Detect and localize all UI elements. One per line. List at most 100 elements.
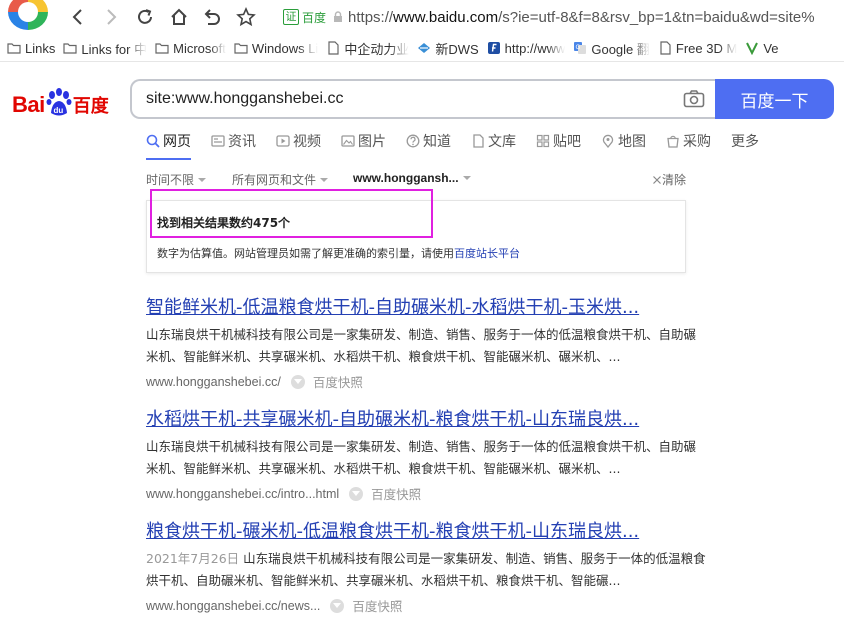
bookmark-microsoft[interactable]: Microsoft [155,41,226,56]
result-abstract: 山东瑞良烘干机械科技有限公司是一家集研发、制造、销售、服务于一体的低温粮食烘干机… [146,327,697,364]
forward-button[interactable] [99,5,123,29]
tab-images[interactable]: 图片 [341,131,386,151]
bookmark-links[interactable]: Links [7,41,55,56]
camera-icon[interactable] [683,90,705,108]
tab-purchase[interactable]: 采购 [666,131,711,151]
close-icon [653,175,661,184]
result-url[interactable]: www.hongganshebei.cc/intro...html [146,487,339,501]
bookmark-links-for[interactable]: Links for 中 [63,39,147,58]
tab-video[interactable]: 视频 [276,131,321,151]
google-translate-icon: G [574,42,587,54]
snapshot-link[interactable]: 百度快照 [313,372,363,391]
result-abstract: 山东瑞良烘干机械科技有限公司是一家集研发、制造、销售、服务于一体的低温粮食烘干机… [146,439,697,476]
refresh-icon [138,9,152,24]
page-icon [328,41,339,55]
snapshot-link[interactable]: 百度快照 [352,596,402,615]
video-icon [276,135,290,147]
tieba-icon [536,134,550,148]
result-title-link[interactable]: 水稻烘干机-共享碾米机-自助碾米机-粮食烘干机-山东瑞良烘... [146,405,706,431]
result-count-note: 数字为估算值。网站管理员如需了解更准确的索引量，请使用百度站长平台 [157,247,520,260]
clear-filters-button[interactable]: 清除 [652,171,686,188]
webmaster-platform-link[interactable]: 百度站长平台 [454,247,520,260]
result-url[interactable]: www.hongganshebei.cc/ [146,375,281,389]
folder-icon [63,43,77,54]
bookmark-dws[interactable]: 新DWS [417,39,479,58]
result-title-link[interactable]: 粮食烘干机-碾米机-低温粮食烘干机-粮食烘干机-山东瑞良烘... [146,517,706,543]
favorite-button[interactable] [234,5,258,29]
baidu-logo[interactable]: Bai du 百度 [12,82,109,118]
bookmark-zhongqi[interactable]: 中企动力业 [326,39,409,58]
result-url[interactable]: www.hongganshebei.cc/news... [146,599,320,613]
bookmark-http[interactable]: http://www [487,41,565,56]
svg-text:G: G [576,44,581,51]
result-title-link[interactable]: 智能鲜米机-低温粮食烘干机-自助碾米机-水稻烘干机-玉米烘... [146,293,706,319]
site-filter[interactable]: www.honggansh... [353,171,471,185]
document-icon [473,134,484,148]
result-meta: www.hongganshebei.cc/news... 百度快照 [146,596,706,615]
map-icon [602,134,614,148]
browser-logo-icon [8,0,48,30]
url-text: https://www.baidu.com/s?ie=utf-8&f=8&rsv… [348,8,815,26]
tab-zhidao[interactable]: 知道 [406,131,451,151]
certificate-label: 百度 [302,10,327,25]
tab-wenku[interactable]: 文库 [471,131,516,151]
search-icon [146,134,160,148]
result-abstract: 2021年7月26日 山东瑞良烘干机械科技有限公司是一家集研发、制造、销售、服务于… [146,551,706,588]
snapshot-link[interactable]: 百度快照 [371,484,421,503]
time-filter[interactable]: 时间不限 [146,171,207,188]
v-logo-icon [746,42,759,55]
tab-news[interactable]: 资讯 [211,131,256,151]
search-box [130,79,715,119]
back-button[interactable] [66,5,90,29]
folder-icon [234,43,248,54]
folder-icon [155,43,169,54]
page-icon [660,41,671,55]
annotation-highlight-box [150,189,433,238]
search-result: 智能鲜米机-低温粮食烘干机-自助碾米机-水稻烘干机-玉米烘... 山东瑞良烘干机… [146,293,706,391]
question-icon [406,134,420,148]
bookmark-windows[interactable]: Windows Li [234,41,318,56]
bookmark-free-3d[interactable]: Free 3D M [658,41,737,56]
certificate-icon: 证 [283,9,299,25]
address-bar[interactable]: 证 百度 https://www.baidu.com/s?ie=utf-8&f=… [283,5,844,29]
search-filters: 时间不限 所有网页和文件 www.honggansh... 清除 [146,171,686,189]
logo-du-text: du [53,106,63,115]
tab-more[interactable]: 更多 [731,131,759,151]
undo-icon [204,9,220,25]
refresh-button[interactable] [133,5,157,29]
trust-shield-icon [330,598,345,613]
bookmark-ve[interactable]: Ve [745,41,779,56]
tab-map[interactable]: 地图 [601,131,646,151]
bookmark-google-translate[interactable]: G Google 翻 [573,39,650,58]
trust-shield-icon [290,374,305,389]
result-date: 2021年7月26日 [146,551,240,566]
baidu-paw-icon: du [46,88,72,116]
tab-web[interactable]: 网页 [146,131,191,160]
shopping-bag-icon [667,135,679,148]
star-icon [236,7,256,27]
search-button[interactable]: 百度一下 [715,79,834,119]
folder-icon [7,43,21,54]
home-button[interactable] [167,5,191,29]
search-tabs: 网页 资讯 视频 图片 知道 文库 贴吧 地图 采购 更多 [146,131,779,160]
bookmarks-bar: Links Links for 中 Microsoft Windows Li 中… [0,35,844,62]
caret-down-icon [462,176,471,180]
filetype-filter[interactable]: 所有网页和文件 [232,171,329,188]
browser-toolbar: 证 百度 https://www.baidu.com/s?ie=utf-8&f=… [0,0,844,33]
caret-down-icon [320,177,329,182]
search-result: 粮食烘干机-碾米机-低温粮食烘干机-粮食烘干机-山东瑞良烘... 2021年7月… [146,517,706,615]
trust-shield-icon [349,486,364,501]
site-f-icon [487,42,500,54]
result-meta: www.hongganshebei.cc/ 百度快照 [146,372,706,391]
back-arrow-icon [72,9,82,25]
undo-close-tab-button[interactable] [200,5,224,29]
certificate-badge[interactable]: 证 百度 [283,9,326,26]
image-icon [341,135,355,147]
home-icon [171,8,187,25]
caret-down-icon [198,177,207,182]
lock-icon [334,11,343,22]
tab-tieba[interactable]: 贴吧 [536,131,581,151]
news-icon [211,135,225,147]
search-input[interactable] [132,82,652,116]
result-meta: www.hongganshebei.cc/intro...html 百度快照 [146,484,706,503]
